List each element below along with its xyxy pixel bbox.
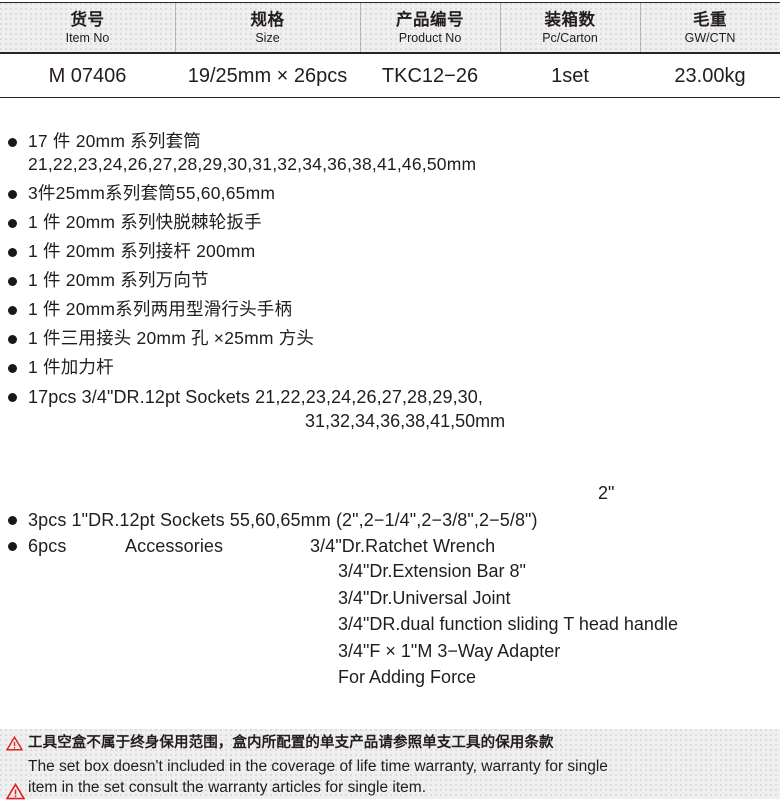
- item-subtext: 31,32,34,36,38,41,50mm: [305, 411, 506, 431]
- accessory-item: 3/4"DR.dual function sliding T head hand…: [338, 614, 678, 634]
- list-item-sockets-17: 17pcs 3/4"DR.12pt Sockets 21,22,23,24,26…: [0, 385, 780, 433]
- bullet-icon: [8, 277, 17, 286]
- list-item: 3件25mm系列套筒55,60,65mm: [0, 182, 780, 205]
- header-en-pc-carton: Pc/Carton: [542, 30, 598, 45]
- warning-triangle-icon: [6, 783, 25, 800]
- header-en-item-no: Item No: [65, 30, 110, 45]
- bullet-icon: [8, 364, 17, 373]
- header-en-product-no: Product No: [398, 30, 462, 45]
- accessory-item: 3/4"F × 1"M 3−Way Adapter: [338, 640, 561, 661]
- value-size: 19/25mm × 26pcs: [187, 64, 348, 87]
- bullet-icon: [8, 306, 17, 315]
- list-item-accessories: 6pcs Accessories 3/4"Dr.Ratchet Wrench 3/4…: [0, 534, 780, 691]
- bullet-icon: [8, 335, 17, 344]
- accessories-label: Accessories: [125, 536, 224, 556]
- value-pc-carton: 1set: [551, 64, 589, 87]
- list-item: 1 件 20mm 系列快脱棘轮扳手: [0, 211, 780, 234]
- list-item: 1 件加力杆: [0, 356, 780, 379]
- header-cn-product-no: 产品编号: [396, 10, 464, 29]
- item-text: 1 件 20mm 系列接杆 200mm: [28, 241, 256, 261]
- item-text: 3件25mm系列套筒55,60,65mm: [28, 183, 276, 203]
- bullet-icon: [8, 248, 17, 257]
- accessory-item: 3/4"Dr.Extension Bar 8": [338, 561, 526, 581]
- header-cn-pc-carton: 装箱数: [544, 10, 596, 29]
- header-cn-item-no: 货号: [70, 10, 105, 29]
- item-text: 3pcs 1"DR.12pt Sockets 55,60,65mm (2",2−…: [28, 510, 538, 530]
- value-gw-ctn: 23.00kg: [674, 64, 746, 87]
- header-en-size: Size: [255, 30, 280, 45]
- table-header-cell-pc-carton: 装箱数 Pc/Carton: [500, 3, 640, 53]
- bullet-icon: [8, 190, 17, 199]
- table-cell-gw-ctn: 23.00kg: [640, 55, 780, 96]
- item-text: 17pcs 3/4"DR.12pt Sockets 21,22,23,24,26…: [28, 387, 484, 407]
- value-product-no: TKC12−26: [381, 64, 479, 87]
- warranty-notice: 工具空盒不属于终身保用范围，盒内所配置的单支产品请参照单支工具的保用条款 The…: [0, 729, 780, 800]
- header-cn-gw-ctn: 毛重: [693, 10, 727, 29]
- list-item: 17 件 20mm 系列套筒 21,22,23,24,26,27,28,29,3…: [0, 130, 780, 176]
- warranty-notice-cn-row: 工具空盒不属于终身保用范围，盒内所配置的单支产品请参照单支工具的保用条款: [4, 733, 776, 754]
- warranty-text-en-line-2: item in the set consult the warranty art…: [28, 778, 426, 796]
- bullet-icon: [8, 516, 17, 525]
- accessories-header-row: 6pcs Accessories 3/4"Dr.Ratchet Wrench: [28, 534, 780, 558]
- value-item-no: M 07406: [48, 64, 127, 87]
- accessory-item: 3/4"Dr.Universal Joint: [338, 587, 511, 608]
- table-header-cell-gw-ctn: 毛重 GW/CTN: [640, 3, 780, 53]
- accessory-item-first: 3/4"Dr.Ratchet Wrench: [310, 536, 496, 556]
- item-subtext: 21,22,23,24,26,27,28,29,30,31,32,34,36,3…: [28, 154, 477, 174]
- spec-table: 货号 Item No 规格 Size 产品编号 Product No 装箱数 P…: [0, 0, 780, 100]
- chinese-item-list: 17 件 20mm 系列套筒 21,22,23,24,26,27,28,29,3…: [0, 130, 780, 439]
- table-header-cell-item-no: 货号 Item No: [0, 3, 175, 53]
- table-cell-item-no: M 07406: [0, 55, 175, 96]
- spec-table-header: 货号 Item No 规格 Size 产品编号 Product No 装箱数 P…: [0, 2, 780, 53]
- bullet-icon: [8, 542, 17, 551]
- table-header-cell-size: 规格 Size: [175, 3, 360, 53]
- header-en-gw-ctn: GW/CTN: [684, 30, 736, 45]
- item-text: 1 件三用接头 20mm 孔 ×25mm 方头: [28, 328, 315, 348]
- list-item: 1 件 20mm系列两用型滑行头手柄: [0, 298, 780, 321]
- item-text: 1 件 20mm系列两用型滑行头手柄: [28, 299, 293, 319]
- item-text: 1 件 20mm 系列快脱棘轮扳手: [28, 212, 262, 232]
- warranty-notice-en-row: The set box doesn't included in the cove…: [4, 757, 776, 800]
- table-header-cell-product-no: 产品编号 Product No: [360, 3, 500, 53]
- table-cell-product-no: TKC12−26: [360, 55, 500, 96]
- list-item: 1 件三用接头 20mm 孔 ×25mm 方头: [0, 327, 780, 350]
- accessory-item: For Adding Force: [338, 667, 477, 687]
- table-cell-size: 19/25mm × 26pcs: [175, 55, 360, 96]
- item-text: 1 件加力杆: [28, 357, 114, 377]
- list-item-sockets-3: 3pcs 1"DR.12pt Sockets 55,60,65mm (2",2−…: [0, 508, 780, 532]
- list-item: 1 件 20mm 系列万向节: [0, 269, 780, 292]
- list-item: 1 件 20mm 系列接杆 200mm: [0, 240, 780, 263]
- superscript-note: 2": [598, 483, 615, 503]
- accessories-count: 6pcs: [28, 536, 67, 556]
- table-rule-middle: [0, 52, 780, 54]
- item-text: 17 件 20mm 系列套筒: [28, 131, 201, 151]
- item-text: 1 件 20mm 系列万向节: [28, 270, 209, 290]
- table-cell-pc-carton: 1set: [500, 55, 640, 96]
- bullet-icon: [8, 138, 17, 147]
- warranty-text-cn: 工具空盒不属于终身保用范围，盒内所配置的单支产品请参照单支工具的保用条款: [28, 735, 554, 751]
- bullet-icon: [8, 219, 17, 228]
- warning-triangle-icon: [6, 736, 23, 751]
- warranty-text-en-line-1: The set box doesn't included in the cove…: [28, 758, 608, 775]
- header-cn-size: 规格: [250, 10, 285, 29]
- table-rule-bottom: [0, 97, 780, 98]
- spec-table-row: M 07406 19/25mm × 26pcs TKC12−26 1set 23…: [0, 55, 780, 96]
- bullet-icon: [8, 393, 17, 402]
